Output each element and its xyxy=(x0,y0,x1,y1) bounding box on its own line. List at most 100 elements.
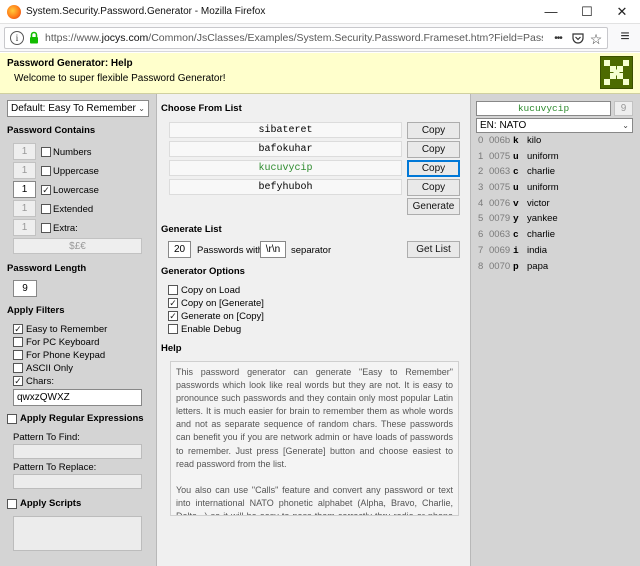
separator-label: separator xyxy=(291,245,332,256)
chars-filter-input[interactable]: qwxzQWXZ xyxy=(13,389,142,406)
copy-on-generate-label: Copy on [Generate] xyxy=(181,298,264,309)
separator-input[interactable]: \r\n xyxy=(260,241,286,258)
list-count-input[interactable]: 20 xyxy=(168,241,191,258)
nato-char: u xyxy=(513,151,519,162)
phone-keypad-checkbox[interactable] xyxy=(13,350,23,360)
lowercase-count[interactable]: 1 xyxy=(13,181,36,198)
uppercase-label: Uppercase xyxy=(53,166,99,177)
extra-count[interactable]: 1 xyxy=(13,219,36,236)
password-length-input[interactable]: 9 xyxy=(13,280,37,297)
scripts-checkbox[interactable] xyxy=(7,499,17,509)
close-button[interactable]: ✕ xyxy=(611,3,633,21)
extended-checkbox[interactable] xyxy=(41,204,51,214)
lock-icon xyxy=(29,31,39,44)
nato-code: 0075 xyxy=(489,151,511,162)
enable-debug-checkbox[interactable] xyxy=(168,324,178,334)
chars-filter-checkbox[interactable]: ✓ xyxy=(13,376,23,386)
window-title: System.Security.Password.Generator - Moz… xyxy=(26,6,266,17)
copy-on-load-checkbox[interactable] xyxy=(168,285,178,295)
help-text-box: This password generator can generate "Ea… xyxy=(170,361,459,516)
password-option-1[interactable]: sibateret xyxy=(169,122,402,138)
nato-code: 0076 xyxy=(489,198,511,209)
nato-length: 9 xyxy=(614,101,633,116)
extra-chars-input[interactable]: $£€ xyxy=(13,238,142,254)
nato-word: yankee xyxy=(527,213,558,224)
alphabet-select[interactable]: EN: NATO ⌄ xyxy=(476,118,633,133)
pocket-icon[interactable] xyxy=(571,32,585,46)
bookmark-star-icon[interactable]: ☆ xyxy=(589,32,603,46)
nato-row: 5 0079 y yankee xyxy=(476,212,633,226)
minimize-button[interactable]: — xyxy=(540,3,562,21)
nato-index: 3 xyxy=(478,182,484,193)
easy-to-remember-checkbox[interactable]: ✓ xyxy=(13,324,23,334)
nato-code: 0079 xyxy=(489,213,511,224)
page-actions-icon[interactable]: ••• xyxy=(549,32,567,46)
alphabet-value: EN: NATO xyxy=(480,120,527,131)
info-icon[interactable]: i xyxy=(10,31,24,45)
nato-index: 2 xyxy=(478,166,484,177)
pattern-find-input[interactable] xyxy=(13,444,142,459)
pattern-find-label: Pattern To Find: xyxy=(13,432,80,443)
nato-index: 4 xyxy=(478,198,484,209)
maximize-button[interactable]: ☐ xyxy=(576,3,598,21)
nato-source-input[interactable]: kucuvycip xyxy=(476,101,611,116)
get-list-button[interactable]: Get List xyxy=(407,241,460,258)
nato-word: victor xyxy=(527,198,550,209)
nato-word: uniform xyxy=(527,151,559,162)
url-text[interactable]: https://www.jocys.com/Common/JsClasses/E… xyxy=(45,32,543,44)
copy-button-3[interactable]: Copy xyxy=(407,160,460,177)
nato-code: 0070 xyxy=(489,261,511,272)
pc-keyboard-checkbox[interactable] xyxy=(13,337,23,347)
ascii-only-label: ASCII Only xyxy=(26,363,73,374)
numbers-count[interactable]: 1 xyxy=(13,143,36,160)
nato-row: 2 0063 c charlie xyxy=(476,165,633,179)
generate-on-copy-checkbox[interactable]: ✓ xyxy=(168,311,178,321)
ascii-only-checkbox[interactable] xyxy=(13,363,23,373)
address-bar[interactable]: i https://www.jocys.com/Common/JsClasses… xyxy=(4,27,608,49)
nato-row: 0 006b k kilo xyxy=(476,134,633,148)
copy-button-4[interactable]: Copy xyxy=(407,179,460,196)
copy-button-1[interactable]: Copy xyxy=(407,122,460,139)
generate-on-copy-label: Generate on [Copy] xyxy=(181,311,264,322)
menu-icon[interactable]: ≡ xyxy=(617,29,633,45)
nato-char: k xyxy=(513,135,519,146)
help-paragraph-1: This password generator can generate "Ea… xyxy=(176,367,453,469)
nato-word: uniform xyxy=(527,182,559,193)
lowercase-label: Lowercase xyxy=(53,185,99,196)
extended-label: Extended xyxy=(53,204,94,215)
password-option-2[interactable]: bafokuhar xyxy=(169,141,402,157)
nato-char: i xyxy=(513,245,519,256)
lowercase-checkbox[interactable]: ✓ xyxy=(41,185,51,195)
generate-button[interactable]: Generate xyxy=(407,198,460,215)
nato-index: 0 xyxy=(478,135,484,146)
nato-word: india xyxy=(527,245,548,256)
copy-button-2[interactable]: Copy xyxy=(407,141,460,158)
extra-label: Extra: xyxy=(53,223,78,234)
preset-select[interactable]: Default: Easy To Remember ⌄ xyxy=(7,100,149,117)
nato-row: 3 0075 u uniform xyxy=(476,181,633,195)
nato-row: 1 0075 u uniform xyxy=(476,150,633,164)
nato-row: 7 0069 i india xyxy=(476,244,633,258)
copy-on-generate-checkbox[interactable]: ✓ xyxy=(168,298,178,308)
enable-debug-label: Enable Debug xyxy=(181,324,242,335)
nato-code: 0075 xyxy=(489,182,511,193)
pattern-replace-input[interactable] xyxy=(13,474,142,489)
password-option-4[interactable]: befyhuboh xyxy=(169,179,402,195)
easy-to-remember-label: Easy to Remember xyxy=(26,324,108,335)
chevron-down-icon: ⌄ xyxy=(622,121,629,130)
password-option-3[interactable]: kucuvycip xyxy=(169,160,402,176)
uppercase-checkbox[interactable] xyxy=(41,166,51,176)
nato-word: papa xyxy=(527,261,549,272)
nato-char: p xyxy=(513,261,519,272)
scripts-input[interactable] xyxy=(13,516,142,551)
nato-index: 6 xyxy=(478,229,484,240)
nato-code: 0069 xyxy=(489,245,511,256)
extra-checkbox[interactable] xyxy=(41,223,51,233)
numbers-checkbox[interactable] xyxy=(41,147,51,157)
nato-row: 8 0070 p papa xyxy=(476,260,633,274)
regex-checkbox[interactable] xyxy=(7,414,17,424)
extended-count[interactable]: 1 xyxy=(13,200,36,217)
nato-code: 0063 xyxy=(489,166,511,177)
chars-filter-label: Chars: xyxy=(26,376,54,387)
uppercase-count[interactable]: 1 xyxy=(13,162,36,179)
